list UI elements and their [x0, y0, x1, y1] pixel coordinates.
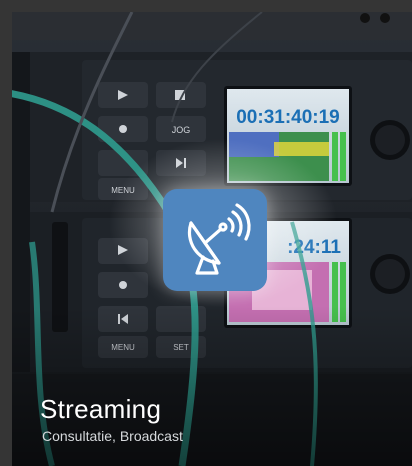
- card-subtitle: Consultatie, Broadcast: [42, 428, 183, 444]
- jog-button-label: JOG: [172, 125, 191, 135]
- menu-button-label-top: MENU: [111, 186, 135, 195]
- timecode-top: 00:31:40:19: [236, 107, 340, 128]
- menu-button-label-bottom: MENU: [111, 343, 135, 352]
- set-button-label: SET: [173, 343, 189, 352]
- streaming-card[interactable]: JOG MENU 00:31:40:19 MENU SET :24:11 Str…: [12, 12, 412, 466]
- satellite-dish-icon-tile: [163, 189, 267, 291]
- card-title: Streaming: [40, 394, 162, 424]
- satellite-dish-icon: [187, 203, 251, 275]
